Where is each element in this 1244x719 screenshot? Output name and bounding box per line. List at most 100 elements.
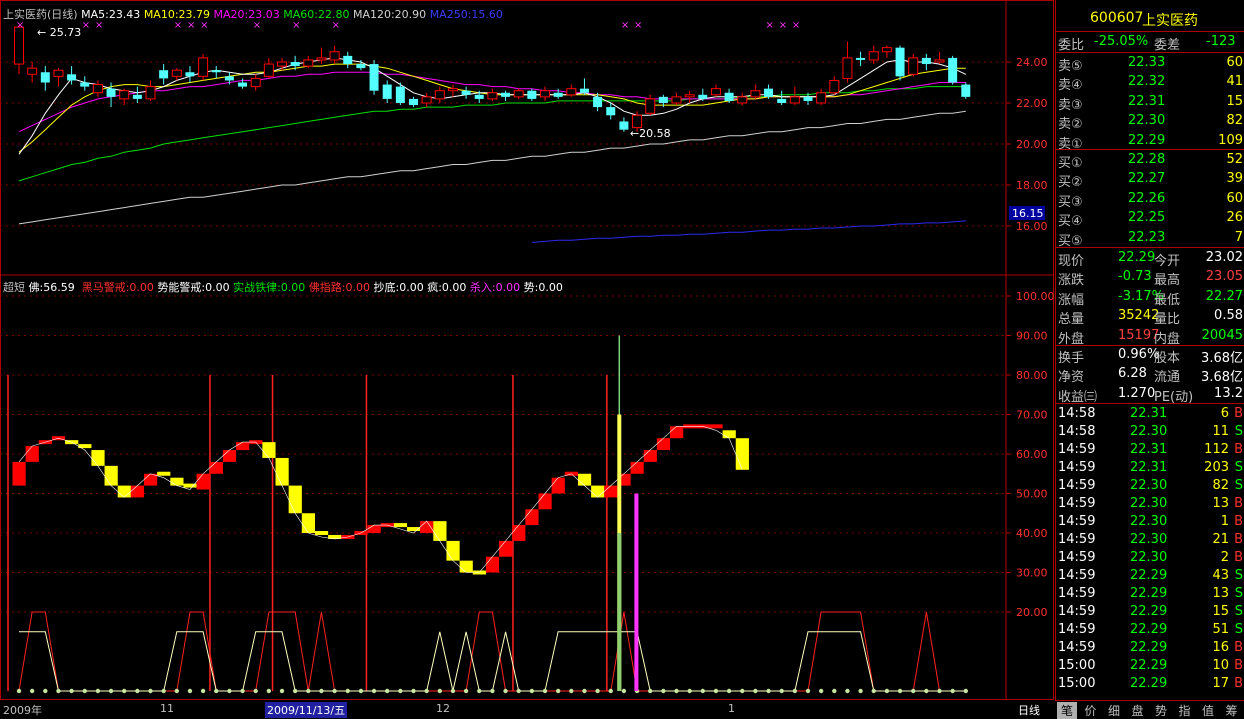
indicator-axis-label: 60.00 (1016, 448, 1048, 461)
base-dot (582, 688, 587, 694)
candle-body-up (434, 90, 445, 100)
trend-block-up (25, 446, 39, 462)
trend-block-up (420, 521, 434, 533)
kline-chart-area[interactable]: 24.00 22.00 20.00 18.00 16.00 16.15 100.00 90.0… (0, 0, 1054, 718)
base-dot (897, 688, 903, 694)
candle-body-up (171, 69, 182, 77)
tab-7[interactable]: 值 (1198, 702, 1218, 719)
tab-6[interactable]: 指 (1175, 702, 1195, 719)
tick-row[interactable]: 14:59 22.30 1 B (1056, 513, 1244, 532)
tab-1[interactable]: 笔 (1057, 702, 1077, 719)
indicator-heima: 黑马警戒:0.00 (81, 281, 154, 294)
candle-body-up (329, 51, 340, 61)
tick-row[interactable]: 14:59 22.30 21 B (1056, 531, 1244, 550)
tick-time: 15:00 (1058, 658, 1096, 673)
tick-side: B (1234, 532, 1243, 547)
tick-price: 22.29 (1130, 640, 1168, 655)
signal-mark: × (766, 20, 774, 31)
tab-5[interactable]: 势 (1151, 702, 1171, 719)
order-volume: 15 (1226, 93, 1243, 109)
tick-row[interactable]: 14:59 22.29 15 S (1056, 603, 1244, 622)
tab-2[interactable]: 价 (1081, 702, 1101, 719)
tick-row[interactable]: 14:59 22.29 51 S (1056, 621, 1244, 640)
candle-body-down (343, 55, 353, 65)
tab-4[interactable]: 盘 (1128, 702, 1148, 719)
trend-block-down (735, 438, 749, 470)
indicator-axis-label: 20.00 (1016, 606, 1048, 619)
base-dot (358, 688, 364, 694)
tick-price: 22.30 (1130, 496, 1168, 511)
tick-row[interactable]: 15:00 22.29 10 B (1056, 657, 1244, 676)
tick-row[interactable]: 14:58 22.31 6 B (1056, 405, 1244, 424)
base-dot (266, 688, 272, 694)
tick-row[interactable]: 14:59 22.30 82 S (1056, 477, 1244, 496)
tick-time: 14:59 (1058, 586, 1096, 601)
trend-block-up (222, 450, 237, 462)
kline-svg[interactable]: 24.00 22.00 20.00 18.00 16.0016.15 100.00 90.0… (0, 0, 1054, 700)
tick-row[interactable]: 15:00 22.29 17 B (1056, 675, 1244, 694)
tick-side: S (1234, 622, 1243, 637)
tick-time: 14:59 (1058, 442, 1096, 457)
indicator-fozhi: 佛指路:0.00 (308, 281, 371, 294)
order-label: 买④ (1058, 214, 1083, 230)
sell-order-row: 卖② 22.30 82 (1056, 112, 1244, 132)
tick-volume: 16 (1212, 640, 1229, 655)
stat-row: 换手 0.96% 股本 3.68亿 (1056, 346, 1244, 366)
trend-block-down (262, 442, 276, 458)
tick-side: S (1234, 424, 1243, 439)
candle-body-up (303, 59, 314, 67)
stat-label: 净资 (1058, 370, 1085, 386)
candle-body-up (27, 67, 38, 75)
trend-block-down (288, 485, 302, 514)
trend-block-up (209, 461, 223, 474)
base-dot (937, 688, 942, 694)
tab-8[interactable]: 筹 (1222, 702, 1242, 719)
panel-tabs: 笔价细盘势指值筹 (1055, 700, 1244, 719)
order-price: 22.23 (1128, 229, 1166, 245)
tab-3[interactable]: 细 (1104, 702, 1124, 719)
tick-row[interactable]: 14:59 22.29 43 S (1056, 567, 1244, 586)
base-dot (648, 688, 653, 694)
candle-body-down (921, 57, 931, 65)
trend-block-up (709, 424, 723, 429)
order-price: 22.26 (1128, 190, 1166, 206)
base-dot (174, 688, 179, 694)
tick-volume: 82 (1212, 478, 1229, 493)
stat-row: 外盘 15197 内盘 20045 (1056, 327, 1244, 347)
candle-body-up (250, 77, 261, 88)
base-dot (792, 688, 798, 694)
base-dot (503, 688, 508, 694)
tick-row[interactable]: 14:59 22.30 2 B (1056, 549, 1244, 568)
order-label: 买① (1058, 156, 1083, 171)
buy-order-row: 买① 22.28 52 (1056, 151, 1244, 171)
base-dot (187, 688, 193, 694)
order-label: 卖⑤ (1058, 59, 1083, 74)
base-dot (542, 688, 548, 694)
order-label: 卖③ (1058, 97, 1083, 113)
trend-block-up (656, 438, 671, 451)
candle-body-up (829, 79, 840, 94)
base-dot (832, 688, 837, 694)
trend-block-up (485, 556, 500, 573)
tick-row[interactable]: 14:59 22.29 16 B (1056, 639, 1244, 658)
tick-row[interactable]: 14:59 22.31 203 S (1056, 459, 1244, 478)
tick-row[interactable]: 14:59 22.31 112 B (1056, 441, 1244, 460)
tick-row[interactable]: 14:59 22.29 13 S (1056, 585, 1244, 604)
base-dot (963, 688, 968, 694)
base-dot (674, 688, 679, 694)
trend-block-down (591, 485, 605, 498)
candle-body-up (263, 63, 274, 77)
indicator-axis-label: 40.00 (1016, 527, 1048, 540)
tick-row[interactable]: 14:59 22.30 13 B (1056, 495, 1244, 514)
tick-row[interactable]: 14:58 22.30 11 S (1056, 423, 1244, 442)
base-dot (16, 688, 22, 694)
buy-order-row: 买③ 22.26 60 (1056, 190, 1244, 210)
tick-time: 14:59 (1058, 478, 1096, 493)
candle-body-down (895, 47, 905, 77)
tick-volume: 21 (1212, 532, 1229, 547)
tick-price: 22.30 (1130, 514, 1168, 529)
stat-label: 总量 (1058, 312, 1085, 328)
stat-row: 收益㈢ 1.270 PE(动) 13.2 (1056, 385, 1244, 405)
tick-time: 14:59 (1058, 496, 1096, 511)
stock-header: 600607 上实医药 (1056, 9, 1244, 29)
